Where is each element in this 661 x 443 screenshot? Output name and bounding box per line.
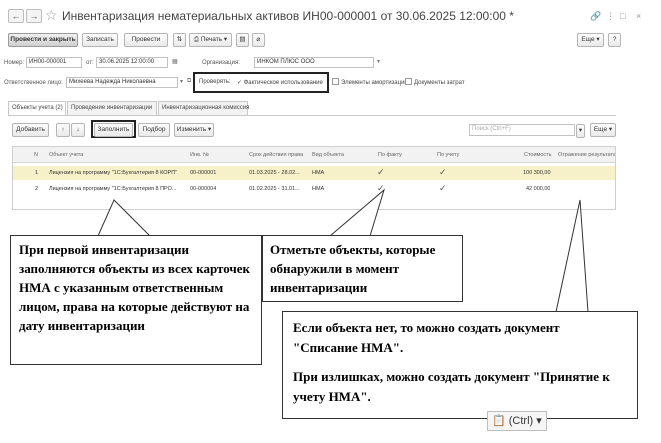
paste-options-button[interactable]: 📋 (Ctrl) ▾ bbox=[487, 411, 547, 431]
clipboard-icon: 📋 bbox=[492, 415, 506, 427]
callout-middle-text: Отметьте объекты, которые обнаружили в м… bbox=[270, 242, 436, 295]
callout-right-text-2: При излишках, можно создать документ "Пр… bbox=[293, 369, 610, 404]
callout-right-text-1: Если объекта нет, то можно создать докум… bbox=[293, 320, 560, 355]
right-callout-pointer bbox=[555, 199, 589, 313]
chevron-down-icon: ▾ bbox=[536, 415, 542, 427]
left-callout-pointer bbox=[97, 199, 152, 237]
callout-left-text: При первой инвентаризации заполняются об… bbox=[19, 242, 251, 333]
middle-callout-pointer bbox=[328, 188, 385, 237]
paste-label: (Ctrl) bbox=[508, 415, 534, 427]
callout-writeoff: Если объекта нет, то можно создать докум… bbox=[282, 311, 638, 419]
callout-first-inventory: При первой инвентаризации заполняются об… bbox=[10, 235, 262, 365]
callout-mark-objects: Отметьте объекты, которые обнаружили в м… bbox=[262, 235, 463, 302]
